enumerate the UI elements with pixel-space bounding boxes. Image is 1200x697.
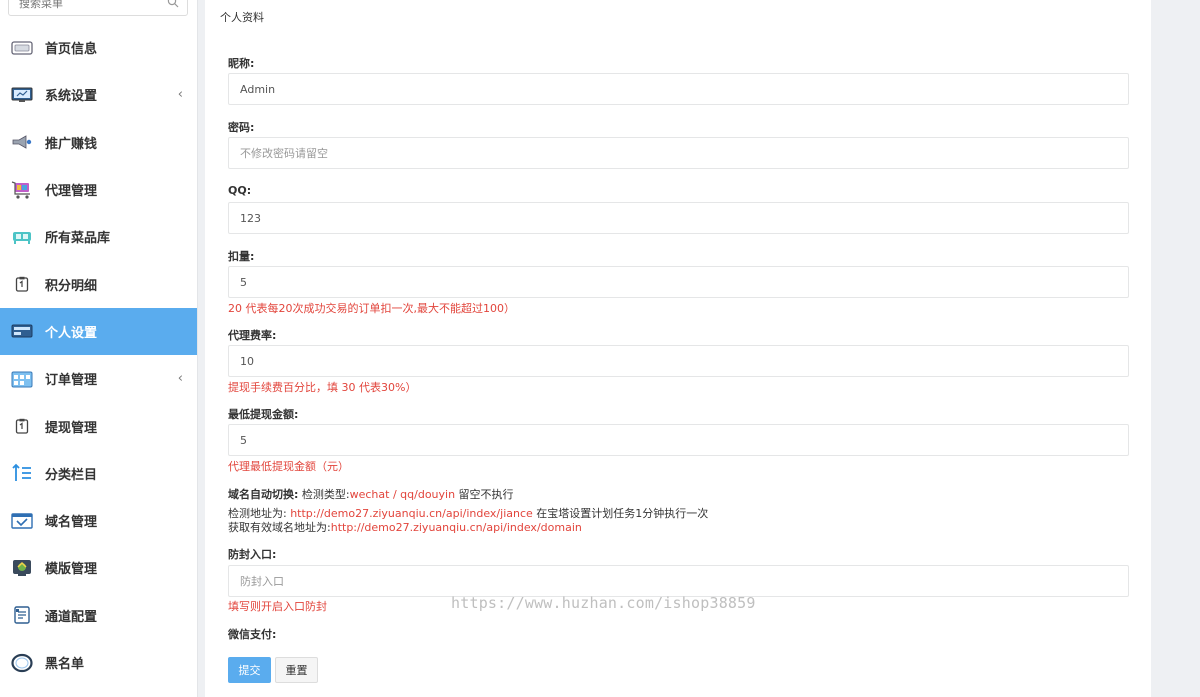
anti-block-field[interactable] — [228, 565, 1129, 597]
agent-rate-help: 提现手续费百分比，填 30 代表30%） — [228, 381, 417, 394]
calendar-icon — [11, 370, 33, 388]
tray-icon — [11, 228, 33, 246]
sidebar-item-label: 订单管理 — [45, 373, 98, 389]
sidebar-item-points-detail[interactable]: 积分明细 — [0, 260, 197, 307]
chevron-left-icon[interactable]: ‹ — [178, 87, 183, 102]
anti-block-help: 填写则开启入口防封 — [228, 600, 327, 613]
sidebar-item-promote-earn[interactable]: 推广赚钱 — [0, 119, 197, 166]
card-icon — [11, 39, 33, 57]
sidebar-item-label: 个人设置 — [45, 325, 98, 341]
cart-icon — [11, 180, 33, 199]
sidebar-item-personal-settings[interactable]: 个人设置 — [0, 307, 197, 356]
clipboard-icon — [11, 275, 33, 293]
deduct-label: 扣量: — [228, 250, 255, 263]
domain-switch-label: 域名自动切换: — [228, 488, 299, 501]
sidebar-item-label: 黑名单 — [45, 657, 85, 672]
app-root: 首页信息 系统设置 ‹ 推广赚钱 代理管理 — [0, 0, 1200, 697]
sidebar-item-dish-library[interactable]: 所有菜品库 — [0, 213, 197, 260]
sidebar-item-label: 提现管理 — [45, 420, 98, 436]
ring-icon — [11, 653, 33, 672]
sidebar-item-label: 系统设置 — [45, 89, 98, 105]
page-title: 个人资料 — [220, 11, 264, 24]
search-input[interactable] — [19, 0, 159, 11]
sidebar-item-label: 通道配置 — [45, 609, 98, 625]
sidebar-item-home-info[interactable]: 首页信息 — [0, 24, 197, 71]
sidebar-item-label: 模版管理 — [45, 562, 98, 578]
agent-rate-field[interactable] — [228, 345, 1129, 377]
sidebar-item-order-management[interactable]: 订单管理 ‹ — [0, 355, 197, 402]
sidebar: 首页信息 系统设置 ‹ 推广赚钱 代理管理 — [0, 0, 198, 697]
sidebar-item-template-management[interactable]: 模版管理 — [0, 544, 197, 591]
sidebar-item-domain-management[interactable]: 域名管理 — [0, 497, 197, 544]
reset-button[interactable]: 重置 — [275, 657, 318, 683]
min-withdraw-field[interactable] — [228, 424, 1129, 456]
sidebar-item-label: 域名管理 — [45, 515, 98, 531]
wechat-pay-label: 微信支付: — [228, 628, 277, 641]
main-panel: 个人资料 昵称: 密码: QQ: 扣量: 20 代表每20次成功交易的订单扣一次… — [205, 0, 1151, 697]
agent-rate-label: 代理费率: — [228, 329, 277, 342]
sidebar-item-agent-management[interactable]: 代理管理 — [0, 166, 197, 213]
sidebar-item-label: 分类栏目 — [45, 467, 98, 483]
sidebar-item-channel-config[interactable]: 通道配置 — [0, 592, 197, 639]
min-withdraw-help: 代理最低提现金额（元） — [228, 460, 349, 473]
nickname-label: 昵称: — [228, 57, 255, 70]
submit-button[interactable]: 提交 — [228, 657, 271, 683]
sidebar-search[interactable] — [8, 0, 188, 16]
domain-switch-info: 域名自动切换: 检测类型:wechat / qq/douyin 留空不执行 — [228, 486, 514, 502]
watermark-text: https://www.huzhan.com/ishop38859 — [451, 594, 756, 612]
qq-label: QQ: — [228, 184, 252, 197]
sidebar-item-system-settings[interactable]: 系统设置 ‹ — [0, 71, 197, 118]
valid-domain-info: 获取有效域名地址为:http://demo27.ziyuanqiu.cn/api… — [228, 519, 582, 535]
domain-switch-types: wechat / qq/douyin — [349, 488, 456, 501]
sidebar-item-label: 积分明细 — [45, 278, 98, 294]
sidebar-menu: 首页信息 系统设置 ‹ 推广赚钱 代理管理 所有菜品库 积分明细 个人设置 订单… — [0, 24, 197, 686]
password-label: 密码: — [228, 121, 255, 134]
sidebar-item-label: 推广赚钱 — [45, 136, 98, 152]
clipboard-icon — [11, 417, 33, 435]
chevron-left-icon[interactable]: ‹ — [178, 371, 183, 386]
window-check-icon — [11, 512, 33, 530]
sidebar-item-blacklist[interactable]: 黑名单 — [0, 639, 197, 686]
sidebar-item-label: 首页信息 — [45, 42, 98, 58]
id-card-icon — [11, 322, 33, 340]
sidebar-item-withdraw-management[interactable]: 提现管理 — [0, 402, 197, 449]
valid-domain-link[interactable]: http://demo27.ziyuanqiu.cn/api/index/dom… — [331, 521, 582, 534]
domain-switch-type-prefix: 检测类型: — [301, 488, 350, 501]
megaphone-icon — [11, 133, 33, 151]
domain-switch-empty-note: 留空不执行 — [455, 488, 514, 501]
password-field[interactable] — [228, 137, 1129, 169]
monitor-icon — [11, 86, 33, 104]
nickname-field[interactable] — [228, 73, 1129, 105]
min-withdraw-label: 最低提现金额: — [228, 408, 299, 421]
document-icon — [11, 606, 33, 624]
template-icon — [11, 559, 33, 577]
deduct-field[interactable] — [228, 266, 1129, 298]
valid-domain-prefix: 获取有效域名地址为: — [228, 521, 331, 534]
sidebar-item-label: 所有菜品库 — [45, 231, 111, 247]
sidebar-item-label: 代理管理 — [45, 184, 98, 200]
deduct-help: 20 代表每20次成功交易的订单扣一次,最大不能超过100） — [228, 302, 515, 315]
qq-field[interactable] — [228, 202, 1129, 234]
anti-block-label: 防封入口: — [228, 548, 277, 561]
search-icon[interactable] — [167, 0, 179, 8]
sort-arrows-icon — [11, 464, 33, 482]
sidebar-item-category-columns[interactable]: 分类栏目 — [0, 450, 197, 497]
